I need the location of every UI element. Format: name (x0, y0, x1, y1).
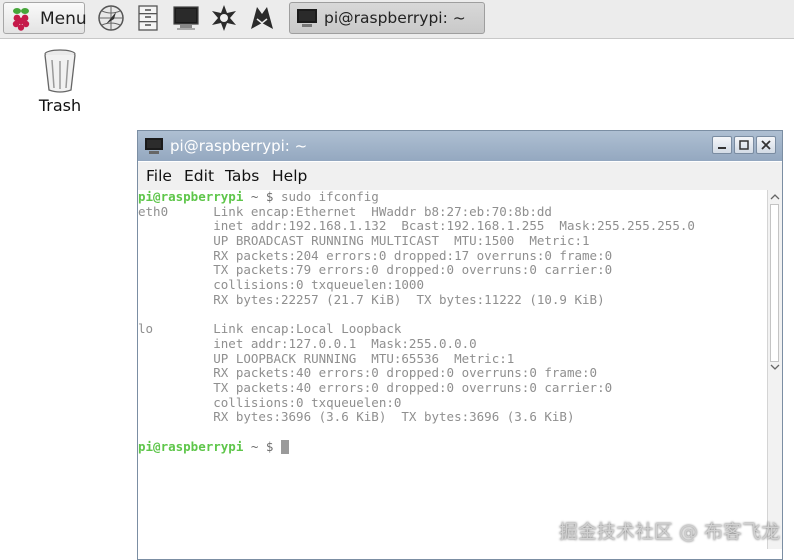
menu-label: Menu (40, 9, 87, 29)
maximize-icon (739, 140, 749, 150)
scroll-up-icon[interactable] (770, 192, 780, 202)
top-panel: Menu pi@raspberrypi: ~ (0, 0, 794, 39)
text-cursor (281, 440, 289, 455)
output-line: inet addr:127.0.0.1 Mask:255.0.0.0 (138, 335, 477, 351)
menu-file[interactable]: File (146, 167, 172, 185)
prompt: pi@raspberrypi (138, 190, 244, 204)
menu-edit[interactable]: Edit (184, 167, 214, 185)
trash-icon[interactable] (38, 48, 82, 94)
mathematica-icon[interactable] (248, 4, 276, 32)
menu-help[interactable]: Help (272, 167, 307, 185)
maximize-button[interactable] (734, 136, 754, 154)
close-icon (761, 140, 771, 150)
raspberry-pi-icon (12, 8, 30, 31)
output-line: RX packets:40 errors:0 dropped:0 overrun… (138, 365, 598, 381)
output-line: lo Link encap:Local Loopback (138, 321, 402, 337)
output-line: TX packets:79 errors:0 dropped:0 overrun… (138, 262, 613, 278)
window-titlebar[interactable]: pi@raspberrypi: ~ (138, 131, 782, 161)
window-menubar: File Edit Tabs Help (138, 162, 782, 191)
trash-label[interactable]: Trash (26, 96, 94, 115)
output-line: collisions:0 txqueuelen:1000 (138, 277, 424, 293)
terminal-icon (145, 138, 163, 154)
output-line: eth0 Link encap:Ethernet HWaddr b8:27:eb… (138, 203, 552, 219)
output-line: TX packets:40 errors:0 dropped:0 overrun… (138, 379, 613, 395)
minimize-button[interactable] (712, 136, 732, 154)
command-line: pi@raspberrypi ~ $ sudo ifconfig (138, 190, 768, 205)
terminal-output[interactable]: pi@raspberrypi ~ $ sudo ifconfig eth0 Li… (138, 190, 768, 549)
current-prompt-line: pi@raspberrypi ~ $ (138, 438, 768, 455)
task-label: pi@raspberrypi: ~ (324, 9, 466, 27)
prompt: pi@raspberrypi (138, 438, 244, 454)
output-line: RX bytes:3696 (3.6 KiB) TX bytes:3696 (3… (138, 409, 575, 425)
terminal-icon[interactable] (172, 4, 200, 32)
wolfram-icon[interactable] (210, 4, 238, 32)
menu-tabs[interactable]: Tabs (225, 167, 259, 185)
output-line: RX packets:204 errors:0 dropped:17 overr… (138, 247, 613, 263)
minimize-icon (718, 147, 726, 149)
close-button[interactable] (756, 136, 776, 154)
terminal-icon (297, 9, 317, 27)
output-line: RX bytes:22257 (21.7 KiB) TX bytes:11222… (138, 291, 605, 307)
prompt-suffix: ~ $ (243, 438, 281, 454)
command: sudo ifconfig (281, 190, 379, 204)
output-line: UP BROADCAST RUNNING MULTICAST MTU:1500 … (138, 233, 590, 249)
browser-icon[interactable] (97, 4, 125, 32)
window-title: pi@raspberrypi: ~ (170, 137, 308, 155)
terminal-window: pi@raspberrypi: ~ File Edit Tabs Help pi… (137, 130, 783, 560)
prompt-suffix: ~ $ (243, 190, 281, 204)
output-line: collisions:0 txqueuelen:0 (138, 394, 402, 410)
vertical-scrollbar[interactable] (767, 190, 782, 549)
watermark: 掘金技术社区 @ 布客飞龙 (558, 521, 780, 543)
scroll-down-icon[interactable] (770, 362, 780, 372)
file-manager-icon[interactable] (134, 4, 162, 32)
output-line: inet addr:192.168.1.132 Bcast:192.168.1.… (138, 218, 695, 234)
output-line: UP LOOPBACK RUNNING MTU:65536 Metric:1 (138, 350, 515, 366)
menu-button[interactable]: Menu (3, 2, 87, 34)
taskbar-terminal-button[interactable]: pi@raspberrypi: ~ (289, 2, 485, 34)
scrollbar-thumb[interactable] (770, 204, 779, 362)
